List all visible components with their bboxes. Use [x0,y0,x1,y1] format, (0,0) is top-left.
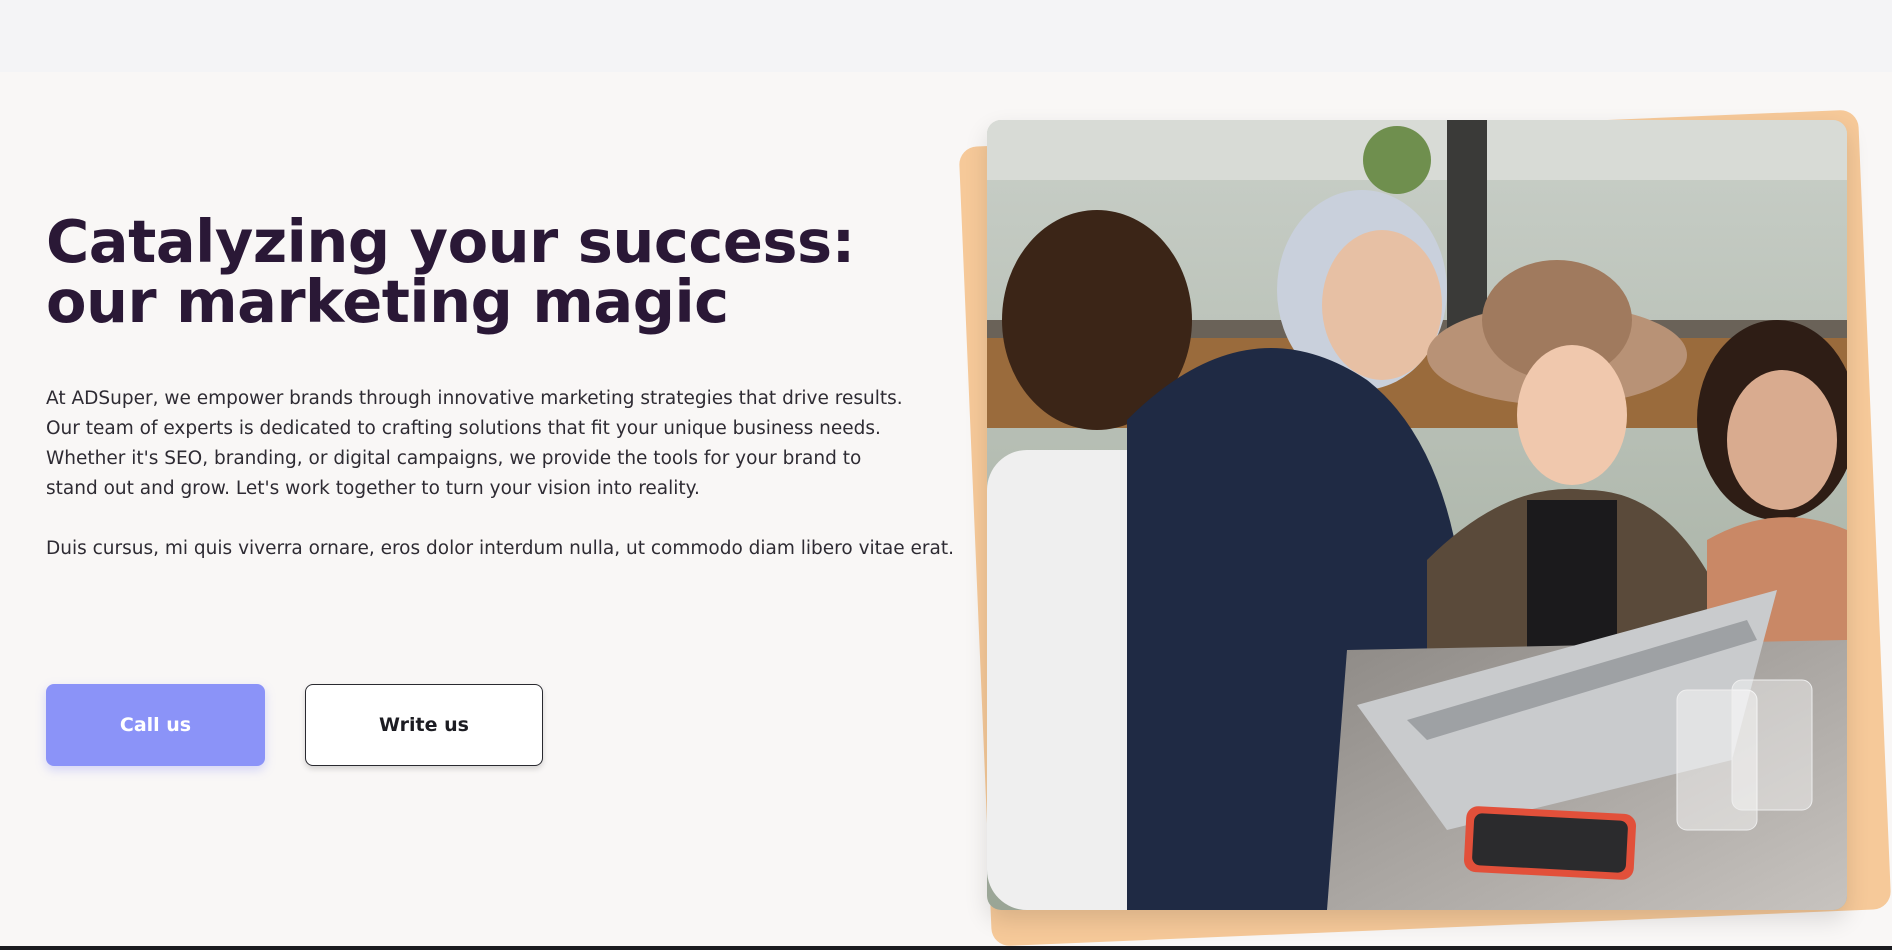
top-bar [0,0,1892,72]
write-us-button[interactable]: Write us [305,684,543,766]
hero-paragraph-secondary: Duis cursus, mi quis viverra ornare, ero… [46,538,954,559]
hero-photo [987,120,1847,910]
hero-image-container [958,109,1892,947]
hero-headline: Catalyzing your success: our marketing m… [46,207,855,336]
page-bottom-edge [0,946,1892,950]
team-photo-illustration [987,120,1847,910]
hero-text-block: Catalyzing your success: our marketing m… [46,212,926,332]
call-us-button[interactable]: Call us [46,684,265,766]
hero-paragraph-intro: At ADSuper, we empower brands through in… [46,388,903,499]
